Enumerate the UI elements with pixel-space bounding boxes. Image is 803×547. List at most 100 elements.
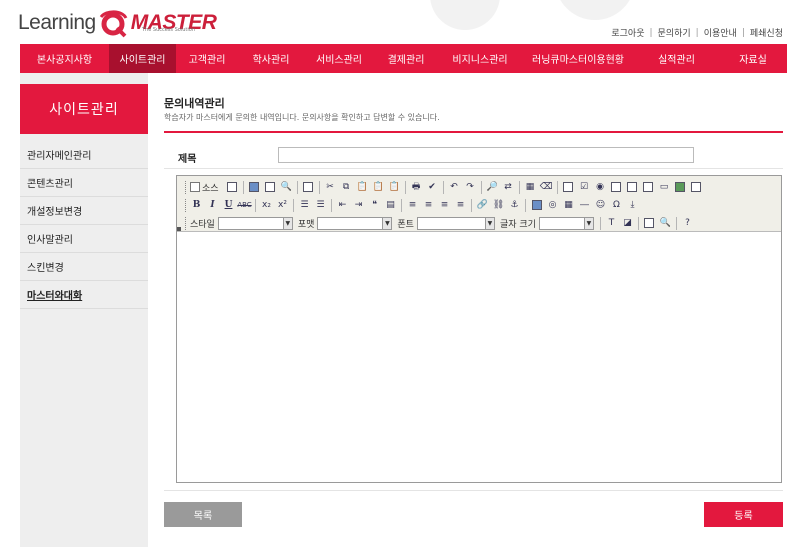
select-field-icon[interactable] [642, 181, 655, 194]
cut-icon[interactable]: ✂ [324, 181, 337, 194]
logout-link[interactable]: 로그아웃 [611, 26, 644, 39]
strikethrough-icon[interactable]: ABC [237, 199, 251, 212]
toolbar-separator [318, 180, 320, 194]
anchor-icon[interactable]: ⚓ [508, 199, 521, 212]
nav-item-site-management[interactable]: 사이트관리 [109, 44, 176, 73]
hidden-field-icon[interactable] [690, 181, 703, 194]
image-button-icon[interactable] [674, 181, 687, 194]
underline-icon[interactable]: U [222, 199, 235, 212]
preview-icon[interactable] [226, 181, 239, 194]
format-select[interactable]: ▼ [317, 216, 393, 230]
toolbar-separator [471, 198, 472, 212]
checkbox-icon[interactable]: ☑ [578, 181, 591, 194]
sidebar-item-skin[interactable]: 스킨변경 [20, 253, 148, 281]
align-center-icon[interactable]: ≡ [422, 199, 435, 212]
smiley-icon[interactable]: ☺ [594, 199, 607, 212]
replace-icon[interactable]: ⇄ [502, 181, 515, 194]
paste-word-icon[interactable]: 📋 [388, 181, 401, 194]
show-blocks-icon[interactable]: 🔍 [659, 217, 672, 230]
paste-icon[interactable]: 📋 [356, 181, 369, 194]
sidebar-item-greeting[interactable]: 인사말관리 [20, 225, 148, 253]
sidebar: 사이트관리 관리자메인관리 콘텐츠관리 개설정보변경 인사말관리 스킨변경 마스… [20, 73, 148, 547]
chevron-down-icon: ▼ [382, 217, 392, 229]
new-page-icon[interactable] [264, 181, 277, 194]
unlink-icon[interactable]: ⛓ [492, 199, 505, 212]
paste-text-icon[interactable]: 📋 [372, 181, 385, 194]
logo-tagline: The Success Solution [142, 27, 195, 33]
bold-icon[interactable]: B [190, 199, 203, 212]
div-container-icon[interactable]: ▤ [384, 199, 397, 212]
source-button[interactable]: 소스 [190, 181, 222, 194]
blockquote-icon[interactable]: ❝ [368, 199, 381, 212]
bullet-list-icon[interactable]: ☰ [314, 199, 327, 212]
toolbar-collapse-icon[interactable] [177, 227, 181, 231]
sidebar-item-open-info[interactable]: 개설정보변경 [20, 197, 148, 225]
list-button[interactable]: 목록 [164, 502, 242, 527]
nav-item-archive[interactable]: 자료실 [719, 44, 787, 73]
flash-icon[interactable]: ◎ [546, 199, 559, 212]
preview-page-icon[interactable]: 🔍 [280, 181, 293, 194]
nav-item-academic[interactable]: 학사관리 [238, 44, 304, 73]
save-icon[interactable] [248, 181, 261, 194]
template-icon[interactable] [302, 181, 315, 194]
redo-icon[interactable]: ↷ [464, 181, 477, 194]
radio-icon[interactable]: ◉ [594, 181, 607, 194]
sidebar-item-talk-with-master[interactable]: 마스터와대화 [20, 281, 148, 309]
close-request-link[interactable]: 페쇄신청 [750, 26, 783, 39]
select-all-icon[interactable]: ▦ [524, 181, 537, 194]
copy-icon[interactable]: ⧉ [340, 181, 353, 194]
title-divider [164, 131, 783, 133]
align-left-icon[interactable]: ≡ [406, 199, 419, 212]
maximize-icon[interactable] [643, 217, 656, 230]
nav-item-business[interactable]: 비지니스관리 [438, 44, 522, 73]
toolbar-separator [293, 198, 294, 212]
text-color-icon[interactable]: T [605, 217, 618, 230]
horizontal-rule-icon[interactable]: ― [578, 199, 591, 212]
inquiry-link[interactable]: 문의하기 [658, 26, 691, 39]
nav-item-customer[interactable]: 고객관리 [176, 44, 238, 73]
special-char-icon[interactable]: Ω [610, 199, 623, 212]
form-icon[interactable] [562, 181, 575, 194]
align-right-icon[interactable]: ≡ [438, 199, 451, 212]
textfield-icon[interactable] [610, 181, 623, 194]
outdent-icon[interactable]: ⇤ [336, 199, 349, 212]
nav-item-payment[interactable]: 결제관리 [374, 44, 438, 73]
remove-format-icon[interactable]: ⌫ [540, 181, 553, 194]
link-icon[interactable]: 🔗 [476, 199, 489, 212]
align-justify-icon[interactable]: ≡ [454, 199, 467, 212]
page-description: 학습자가 마스터에게 문의한 내역입니다. 문의사항을 확인하고 답변할 수 있… [164, 113, 440, 122]
help-icon[interactable]: ? [681, 217, 694, 230]
submit-button[interactable]: 등록 [704, 502, 783, 527]
editor-content-area[interactable] [177, 233, 781, 482]
subject-input[interactable] [278, 147, 694, 163]
background-color-icon[interactable]: ◪ [621, 217, 634, 230]
font-select[interactable]: ▼ [416, 216, 495, 230]
image-icon[interactable] [530, 199, 543, 212]
indent-icon[interactable]: ⇥ [352, 199, 365, 212]
nav-item-performance[interactable]: 실적관리 [634, 44, 719, 73]
subscript-icon[interactable]: x₂ [260, 199, 273, 212]
sidebar-menu: 관리자메인관리 콘텐츠관리 개설정보변경 인사말관리 스킨변경 마스터와대화 [20, 141, 148, 309]
size-select[interactable]: ▼ [538, 216, 594, 230]
nav-item-usage-status[interactable]: 러닝큐마스터이용현황 [522, 44, 634, 73]
italic-icon[interactable]: I [206, 199, 219, 212]
find-icon[interactable]: 🔎 [486, 181, 499, 194]
nav-item-service[interactable]: 서비스관리 [304, 44, 374, 73]
textarea-icon[interactable] [626, 181, 639, 194]
sidebar-item-admin-main[interactable]: 관리자메인관리 [20, 141, 148, 169]
numbered-list-icon[interactable]: ☰ [298, 199, 311, 212]
logo[interactable]: Learning MASTER [18, 8, 217, 38]
print-icon[interactable]: 🖶 [410, 181, 423, 194]
toolbar-separator [675, 216, 677, 230]
guide-link[interactable]: 이용안내 [704, 26, 737, 39]
table-icon[interactable]: ▦ [562, 199, 575, 212]
nav-item-hq-notice[interactable]: 본사공지사항 [20, 44, 109, 73]
sidebar-item-contents[interactable]: 콘텐츠관리 [20, 169, 148, 197]
spellcheck-icon[interactable]: ✔ [426, 181, 439, 194]
page-break-icon[interactable]: ⤓ [626, 199, 639, 212]
style-select[interactable]: ▼ [217, 216, 293, 230]
button-field-icon[interactable]: ▭ [658, 181, 671, 194]
undo-icon[interactable]: ↶ [448, 181, 461, 194]
superscript-icon[interactable]: x² [276, 199, 289, 212]
divider: | [741, 27, 745, 38]
